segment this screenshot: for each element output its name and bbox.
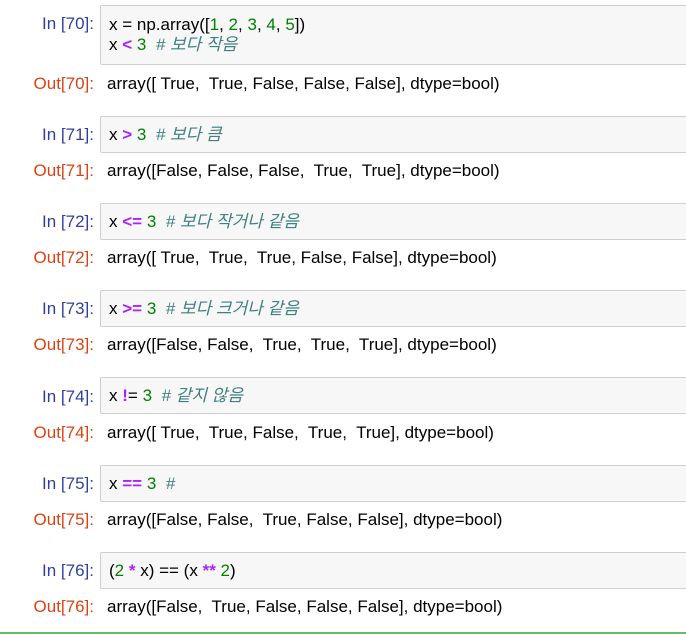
out-prompt: Out[71]: [33, 161, 94, 180]
output-text: array([False, False, True, False, False]… [107, 510, 503, 529]
code-input[interactable]: x = np.array([1, 2, 3, 4, 5]) x < 3 # 보다… [100, 5, 686, 65]
code-line: (2 * x) == (x ** 2) [109, 561, 236, 580]
code-line: x != 3 # 같지 않음 [109, 386, 243, 405]
out-prompt: Out[72]: [33, 248, 94, 267]
in-prompt: In [73]: [42, 299, 94, 318]
output-text: array([False, False, True, True, True], … [107, 335, 497, 354]
code-line: x == 3 # [109, 474, 176, 493]
code-input[interactable]: x > 3 # 보다 큼 [100, 116, 686, 153]
output-text: array([ True, True, True, False, False],… [107, 248, 497, 267]
code-line: x < 3 # 보다 작음 [109, 35, 238, 54]
code-input[interactable]: x == 3 # [100, 465, 686, 502]
in-prompt: In [72]: [42, 212, 94, 231]
in-prompt: In [75]: [42, 474, 94, 493]
in-prompt: In [70]: [42, 14, 94, 33]
in-prompt: In [71]: [42, 125, 94, 144]
code-input[interactable]: x != 3 # 같지 않음 [100, 377, 686, 414]
code-input[interactable]: x <= 3 # 보다 작거나 같음 [100, 203, 686, 240]
code-input[interactable]: (2 * x) == (x ** 2) [100, 552, 686, 589]
out-prompt: Out[76]: [33, 597, 94, 616]
out-prompt: Out[73]: [33, 335, 94, 354]
out-prompt: Out[75]: [33, 510, 94, 529]
code-line: x > 3 # 보다 큼 [109, 125, 222, 144]
output-text: array([False, True, False, False, False]… [107, 597, 503, 616]
output-text: array([False, False, False, True, True],… [107, 161, 500, 180]
code-line: x = np.array([1, 2, 3, 4, 5]) [109, 15, 306, 34]
code-input[interactable]: x >= 3 # 보다 크거나 같음 [100, 290, 686, 327]
out-prompt: Out[70]: [33, 74, 94, 93]
code-line: x >= 3 # 보다 크거나 같음 [109, 299, 299, 318]
output-text: array([ True, True, False, True, True], … [107, 423, 494, 442]
in-prompt: In [74]: [42, 387, 94, 406]
output-text: array([ True, True, False, False, False]… [107, 74, 500, 93]
out-prompt: Out[74]: [33, 423, 94, 442]
in-prompt: In [76]: [42, 561, 94, 580]
code-line: x <= 3 # 보다 작거나 같음 [109, 212, 299, 231]
